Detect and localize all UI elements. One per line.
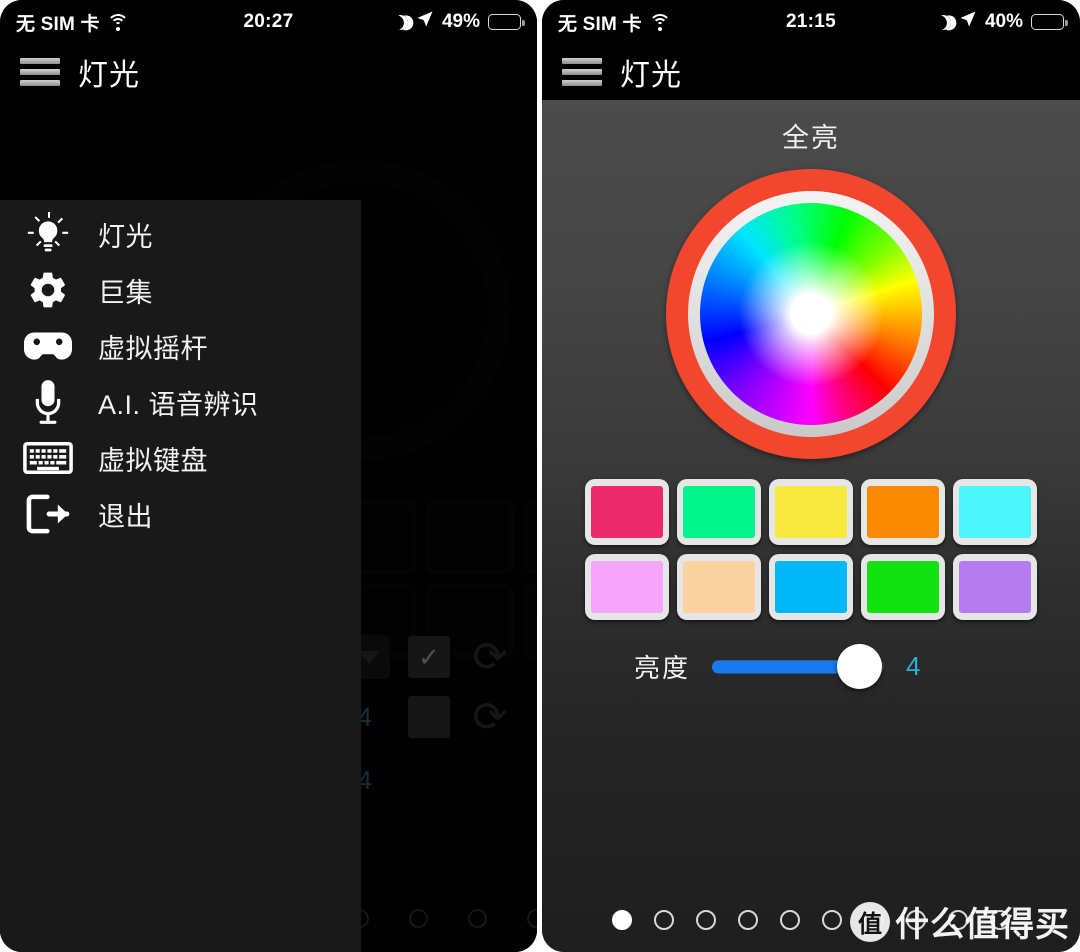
wifi-icon [648, 14, 671, 31]
color-swatch[interactable] [861, 554, 945, 620]
status-left-group: 无 SIM 卡 [558, 9, 671, 36]
color-wheel-picker[interactable] [666, 169, 956, 459]
carrier-label: 无 SIM 卡 [16, 13, 100, 35]
right-app-bar: 灯光 [542, 44, 1080, 100]
drawer-item-light[interactable]: 灯光 [0, 206, 361, 262]
location-arrow-icon [959, 10, 977, 34]
left-phone-screen: 无 SIM 卡 20:27 49% 灯光 灯光 巨集 虚拟摇杆 A.I. 语音辨… [0, 0, 537, 952]
gamepad-icon [20, 322, 76, 370]
page-title: 灯光 [620, 59, 682, 92]
moon-icon [391, 13, 410, 32]
drawer-item-label: 巨集 [98, 277, 153, 308]
swatch-light-violet [591, 561, 663, 613]
swatch-spring-green [683, 486, 755, 538]
watermark-badge: 值 [850, 901, 890, 942]
battery-icon [488, 14, 525, 30]
color-swatch[interactable] [677, 479, 761, 545]
drawer-item-label: 灯光 [98, 221, 153, 252]
color-swatch-grid [585, 479, 1037, 620]
color-swatch[interactable] [677, 554, 761, 620]
battery-percent-label: 49% [441, 11, 480, 32]
watermark: 值 什么值得买 [850, 897, 1070, 946]
brightness-slider[interactable] [712, 644, 885, 689]
screenshot-stage: 无 SIM 卡 20:27 49% 灯光 灯光 巨集 虚拟摇杆 A.I. 语音辨… [0, 0, 1080, 952]
light-bulb-icon [20, 210, 76, 258]
carrier-label: 无 SIM 卡 [558, 13, 642, 35]
drawer-item-exit[interactable]: 退出 [0, 486, 361, 542]
drawer-item-macro[interactable]: 巨集 [0, 262, 361, 318]
drawer-item-virtual-keyboard[interactable]: 虚拟键盘 [0, 430, 361, 486]
swatch-sky-blue [775, 561, 847, 613]
drawer-item-label: 虚拟键盘 [98, 445, 208, 476]
battery-percent-label: 40% [984, 11, 1023, 32]
drawer-item-label: A.I. 语音辨识 [98, 389, 259, 420]
pager-dot[interactable] [738, 910, 758, 930]
color-swatch[interactable] [769, 554, 853, 620]
exit-icon [20, 490, 76, 538]
drawer-item-virtual-joystick[interactable]: 虚拟摇杆 [0, 318, 361, 374]
pager-dot[interactable] [654, 910, 674, 930]
color-wheel-knob[interactable] [790, 293, 832, 335]
left-app-body: ✓ ⟳ 4 ⟳ 4 [0, 100, 537, 952]
swatch-yellow [775, 486, 847, 538]
pager-dot[interactable] [780, 910, 800, 930]
brightness-row: 亮度 4 [542, 644, 1080, 689]
color-swatch[interactable] [861, 479, 945, 545]
moon-icon [934, 13, 953, 32]
drawer-item-ai-voice[interactable]: A.I. 语音辨识 [0, 374, 361, 430]
battery-icon [1031, 14, 1068, 30]
slider-thumb[interactable] [837, 644, 883, 689]
watermark-text: 什么值得买 [895, 906, 1070, 944]
right-phone-screen: 无 SIM 卡 21:15 40% 灯光 全亮 亮度 4 值 什么值得买 [542, 0, 1080, 952]
hamburger-menu-icon[interactable] [562, 58, 602, 86]
microphone-icon [20, 378, 76, 426]
location-arrow-icon [416, 10, 434, 34]
light-control-page: 全亮 亮度 4 值 什么值得买 [542, 100, 1080, 952]
color-swatch[interactable] [953, 554, 1037, 620]
pager-dot[interactable] [696, 910, 716, 930]
gear-icon [20, 266, 76, 314]
color-swatch[interactable] [769, 479, 853, 545]
color-swatch[interactable] [585, 479, 669, 545]
drawer-item-label: 退出 [98, 501, 153, 532]
status-right-group: 49% [391, 10, 525, 34]
swatch-green [867, 561, 939, 613]
pager-dot[interactable] [822, 910, 842, 930]
left-status-bar: 无 SIM 卡 20:27 49% [0, 0, 537, 44]
pager-dot[interactable] [612, 910, 632, 930]
drawer-item-label: 虚拟摇杆 [98, 333, 208, 364]
swatch-peach [683, 561, 755, 613]
color-swatch[interactable] [953, 479, 1037, 545]
brightness-label: 亮度 [634, 653, 691, 683]
keyboard-icon [20, 434, 76, 482]
hamburger-menu-icon[interactable] [20, 58, 60, 86]
status-left-group: 无 SIM 卡 [16, 9, 129, 36]
right-status-bar: 无 SIM 卡 21:15 40% [542, 0, 1080, 44]
swatch-cyan [959, 486, 1031, 538]
page-title: 灯光 [78, 59, 140, 92]
swatch-crimson-pink [591, 486, 663, 538]
swatch-purple [959, 561, 1031, 613]
swatch-orange [867, 486, 939, 538]
brightness-value: 4 [906, 651, 921, 681]
wifi-icon [106, 14, 129, 31]
status-right-group: 40% [934, 10, 1068, 34]
preset-title: 全亮 [782, 123, 840, 153]
navigation-drawer: 灯光 巨集 虚拟摇杆 A.I. 语音辨识 虚拟键盘 退出 [0, 200, 361, 952]
left-app-bar: 灯光 [0, 44, 537, 100]
color-swatch[interactable] [585, 554, 669, 620]
